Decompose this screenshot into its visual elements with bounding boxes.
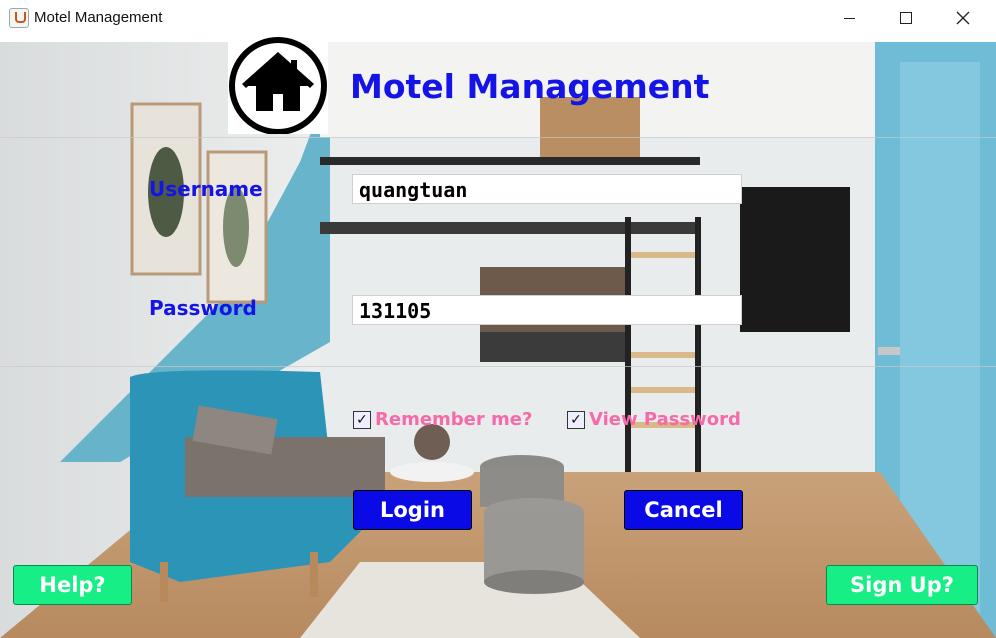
window-title: Motel Management: [34, 9, 163, 26]
password-input[interactable]: 131105: [352, 295, 742, 325]
home-icon: [229, 37, 327, 135]
logo: [228, 36, 328, 135]
minimize-button[interactable]: [820, 0, 878, 36]
view-password-checkbox[interactable]: ✓ View Password: [567, 409, 741, 430]
sign-up-button[interactable]: Sign Up?: [826, 565, 978, 605]
checkbox-checked-icon: ✓: [567, 410, 585, 429]
app-heading: Motel Management: [350, 67, 710, 106]
view-password-label: View Password: [589, 409, 741, 430]
window-titlebar: Motel Management: [0, 0, 996, 36]
cancel-button[interactable]: Cancel: [624, 490, 743, 530]
checkbox-checked-icon: ✓: [353, 410, 371, 429]
remember-me-checkbox[interactable]: ✓ Remember me?: [353, 409, 532, 430]
login-button[interactable]: Login: [353, 490, 472, 530]
room-background-image: [0, 42, 996, 638]
maximize-button[interactable]: [877, 0, 935, 36]
java-cup-icon: [9, 8, 29, 28]
minimize-icon: [843, 17, 855, 19]
close-button[interactable]: [934, 0, 992, 36]
remember-me-label: Remember me?: [375, 409, 533, 430]
close-icon: [956, 11, 970, 25]
maximize-icon: [900, 12, 912, 24]
help-button[interactable]: Help?: [13, 565, 132, 605]
password-label: Password: [149, 296, 257, 320]
login-panel: [0, 42, 996, 638]
username-input[interactable]: quangtuan: [352, 174, 742, 204]
username-label: Username: [149, 177, 263, 201]
